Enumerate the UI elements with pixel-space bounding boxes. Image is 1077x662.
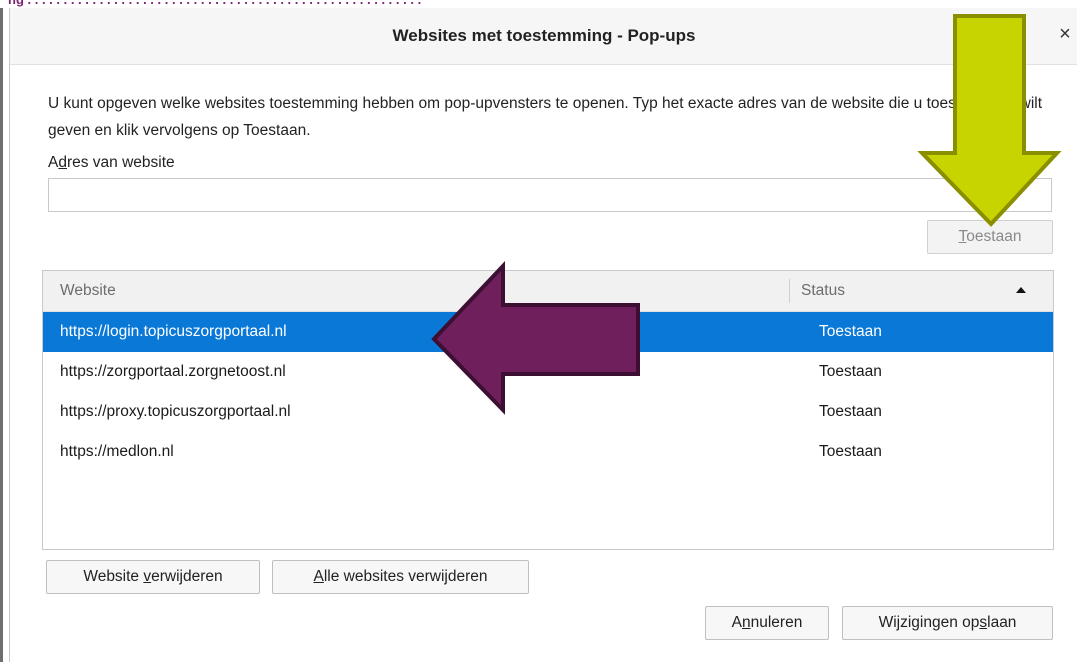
column-header-website[interactable]: Website bbox=[60, 271, 116, 311]
row-website: https://zorgportaal.zorgnetoost.nl bbox=[60, 363, 286, 380]
sort-ascending-icon bbox=[1016, 287, 1026, 293]
address-label: Adres van website bbox=[48, 154, 175, 171]
popup-permissions-dialog: Websites met toestemming - Pop-ups × U k… bbox=[9, 8, 1077, 662]
dialog-titlebar: Websites met toestemming - Pop-ups × bbox=[10, 8, 1077, 65]
table-row[interactable]: https://login.topicuszorgportaal.nl Toes… bbox=[43, 312, 1053, 352]
table-row[interactable]: https://zorgportaal.zorgnetoost.nl Toest… bbox=[43, 352, 1053, 392]
remove-all-websites-button[interactable]: Alle websites verwijderen bbox=[272, 560, 529, 594]
row-status: Toestaan bbox=[819, 443, 882, 460]
close-icon[interactable]: × bbox=[1054, 22, 1076, 46]
dialog-title: Websites met toestemming - Pop-ups bbox=[392, 26, 696, 45]
website-address-input[interactable] bbox=[48, 178, 1052, 212]
background-window-edge bbox=[0, 8, 9, 662]
table-row[interactable]: https://proxy.topicuszorgportaal.nl Toes… bbox=[43, 392, 1053, 432]
table-row[interactable]: https://medlon.nl Toestaan bbox=[43, 432, 1053, 472]
row-status: Toestaan bbox=[819, 323, 882, 340]
save-changes-button[interactable]: Wijzigingen opslaan bbox=[842, 606, 1053, 640]
website-permissions-table: Website Status https://login.topicuszorg… bbox=[42, 270, 1054, 550]
background-window-border bbox=[0, 8, 3, 662]
background-page-strip: ng . . . . . . . . . . . . . . . . . . .… bbox=[0, 0, 1077, 8]
row-status: Toestaan bbox=[819, 363, 882, 380]
background-page-fragment: ng . . . . . . . . . . . . . . . . . . .… bbox=[8, 0, 421, 7]
column-divider[interactable] bbox=[789, 279, 790, 303]
allow-button[interactable]: Toestaan bbox=[927, 220, 1053, 254]
dialog-description: U kunt opgeven welke websites toestemmin… bbox=[48, 95, 1043, 139]
column-header-status[interactable]: Status bbox=[801, 271, 845, 311]
row-status: Toestaan bbox=[819, 403, 882, 420]
row-website: https://proxy.topicuszorgportaal.nl bbox=[60, 403, 291, 420]
table-header: Website Status bbox=[43, 271, 1053, 312]
row-website: https://medlon.nl bbox=[60, 443, 174, 460]
remove-website-button[interactable]: Website verwijderen bbox=[46, 560, 260, 594]
row-website: https://login.topicuszorgportaal.nl bbox=[60, 323, 287, 340]
cancel-button[interactable]: Annuleren bbox=[705, 606, 829, 640]
